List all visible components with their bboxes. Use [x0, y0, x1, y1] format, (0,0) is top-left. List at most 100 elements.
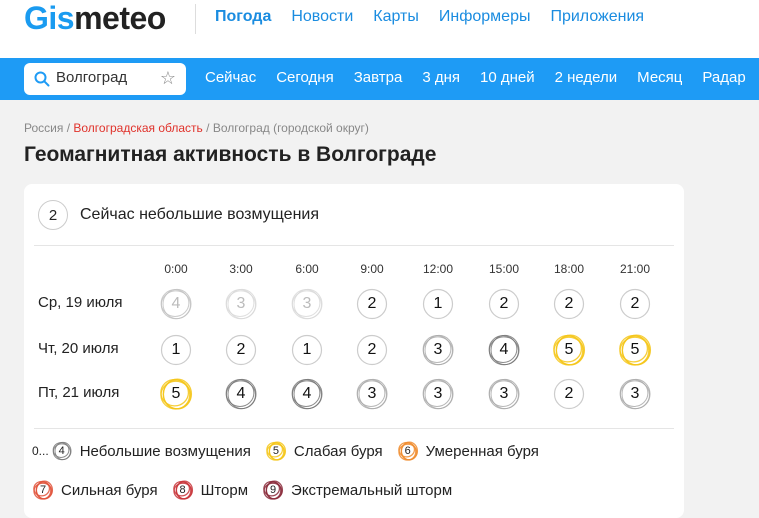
- kp-index-value: 4: [302, 385, 312, 402]
- day-label: Ср, 19 июля: [38, 294, 123, 311]
- kp-index-value: 3: [433, 385, 443, 402]
- legend-label: Сильная буря: [61, 481, 158, 499]
- kp-index-cell: 3: [224, 287, 258, 321]
- breadcrumb: Россия / Волгоградская область / Волгогр…: [24, 121, 369, 135]
- current-status: 2 Сейчас небольшие возмущения: [38, 200, 319, 230]
- legend-label: Экстремальный шторм: [291, 481, 453, 499]
- kp-index-cell: 4: [290, 377, 324, 411]
- kp-index-cell: 3: [618, 377, 652, 411]
- kp-index-cell: 4: [487, 333, 521, 367]
- legend-label: Шторм: [200, 481, 249, 499]
- kp-index-cell: 1: [421, 287, 455, 321]
- legend-label: Небольшие возмущения: [79, 442, 251, 460]
- nav-news[interactable]: Новости: [291, 8, 353, 26]
- gismeteo-logo[interactable]: Gismeteo: [24, 0, 166, 36]
- nav-pogoda[interactable]: Погода: [215, 8, 271, 26]
- kp-index-cell: 3: [487, 377, 521, 411]
- breadcrumb-separator: /: [66, 121, 71, 135]
- star-icon[interactable]: ☆: [160, 68, 176, 89]
- breadcrumb-city: Волгоград (городской округ): [212, 121, 369, 135]
- kp-index-cell: 1: [159, 333, 193, 367]
- time-label: 21:00: [619, 262, 651, 276]
- divider: [34, 245, 674, 246]
- kp-index-value: 4: [499, 341, 509, 358]
- kp-index-value: 3: [630, 385, 640, 402]
- page-title: Геомагнитная активность в Волгограде: [24, 143, 437, 166]
- kp-index-value: 2: [367, 295, 377, 312]
- legend-item: 7 Сильная буря: [32, 479, 158, 501]
- city-search-input[interactable]: Волгоград ☆: [24, 63, 186, 95]
- nav-informers[interactable]: Информеры: [439, 8, 531, 26]
- legend-item: 5 Слабая буря: [265, 440, 383, 462]
- kp-index-value: 2: [236, 341, 246, 358]
- logo-divider: [195, 4, 196, 34]
- time-label: 18:00: [553, 262, 585, 276]
- logo-part-meteo: meteo: [74, 0, 166, 36]
- kp-index-value: 2: [564, 385, 574, 402]
- legend-value: 9: [269, 484, 277, 496]
- kp-index-value: 3: [367, 385, 377, 402]
- kp-index-cell: 5: [552, 333, 586, 367]
- legend-range-prefix: 0...: [32, 444, 49, 458]
- kp-index-value: 2: [367, 341, 377, 358]
- time-label: 9:00: [360, 262, 384, 276]
- legend-item: 6 Умеренная буря: [397, 440, 539, 462]
- kp-index-value: 2: [564, 295, 574, 312]
- nav-maps[interactable]: Карты: [373, 8, 419, 26]
- time-label: 0:00: [164, 262, 188, 276]
- kp-index-value: 2: [630, 295, 640, 312]
- kp-index-cell: 5: [159, 377, 193, 411]
- nav-apps[interactable]: Приложения: [550, 8, 644, 26]
- kp-index-cell: 2: [487, 287, 521, 321]
- legend-badge: 9: [262, 479, 284, 501]
- subnav-2-weeks[interactable]: 2 недели: [555, 69, 618, 86]
- top-header: Gismeteo Погода Новости Карты Информеры …: [0, 0, 759, 58]
- legend-value: 6: [404, 445, 411, 457]
- subnav-10-days[interactable]: 10 дней: [480, 69, 535, 86]
- legend-value: 7: [39, 484, 47, 496]
- kp-index-cell: 2: [224, 333, 258, 367]
- kp-index-value: 1: [433, 295, 443, 312]
- kp-index-value: 2: [499, 295, 509, 312]
- breadcrumb-region[interactable]: Волгоградская область: [73, 121, 202, 135]
- subnav-today[interactable]: Сегодня: [276, 69, 334, 86]
- search-value: Волгоград: [56, 69, 128, 86]
- legend-label: Умеренная буря: [425, 442, 539, 460]
- day-label: Чт, 20 июля: [38, 340, 119, 357]
- legend-item: 8 Шторм: [172, 479, 248, 501]
- legend-value: 8: [179, 484, 186, 496]
- kp-index-cell: 5: [618, 333, 652, 367]
- logo-part-gis: Gis: [24, 0, 75, 36]
- geomagnetic-card: 2 Сейчас небольшие возмущения 0:00 3:00 6:…: [24, 184, 684, 518]
- subnav-3-days[interactable]: 3 дня: [422, 69, 460, 86]
- kp-index-cell: 3: [421, 377, 455, 411]
- current-status-text: Сейчас небольшие возмущения: [80, 206, 319, 223]
- subnav-tomorrow[interactable]: Завтра: [354, 69, 403, 86]
- legend-row: 0... 4 Небольшие возмущения 5 Слабая буря 6 Ум…: [32, 440, 553, 462]
- legend-badge: 4: [51, 440, 73, 462]
- kp-index-cell: 2: [355, 333, 389, 367]
- time-header: 0:00 3:00 6:00 9:00 12:00 15:00 18:00 21:00: [24, 262, 684, 278]
- kp-index-cell: 2: [355, 287, 389, 321]
- kp-index-cell: 3: [421, 333, 455, 367]
- kp-index-cell: 1: [290, 333, 324, 367]
- legend-value: 5: [272, 445, 279, 457]
- kp-index-value: 3: [433, 341, 443, 358]
- subnav-month[interactable]: Месяц: [637, 69, 682, 86]
- legend-label: Слабая буря: [293, 442, 383, 460]
- kp-index-value: 4: [171, 295, 181, 312]
- forecast-period-nav: Сейчас Сегодня Завтра 3 дня 10 дней 2 не…: [205, 69, 746, 86]
- breadcrumb-country[interactable]: Россия: [24, 121, 63, 135]
- kp-index-value: 5: [630, 341, 640, 358]
- legend-item: 9 Экстремальный шторм: [262, 479, 452, 501]
- kp-index-cell: 2: [552, 377, 586, 411]
- subnav-now[interactable]: Сейчас: [205, 69, 256, 86]
- kp-index-cell: 2: [618, 287, 652, 321]
- legend-badge: 8: [172, 479, 194, 501]
- subnav-radar[interactable]: Радар: [702, 69, 745, 86]
- kp-index-value: 1: [171, 341, 181, 358]
- legend-row: 7 Сильная буря 8 Шторм 9 Экстремальный шторм: [32, 479, 466, 501]
- kp-index-cell: 3: [355, 377, 389, 411]
- current-level-badge: 2: [38, 200, 68, 230]
- kp-index-value: 3: [302, 295, 312, 312]
